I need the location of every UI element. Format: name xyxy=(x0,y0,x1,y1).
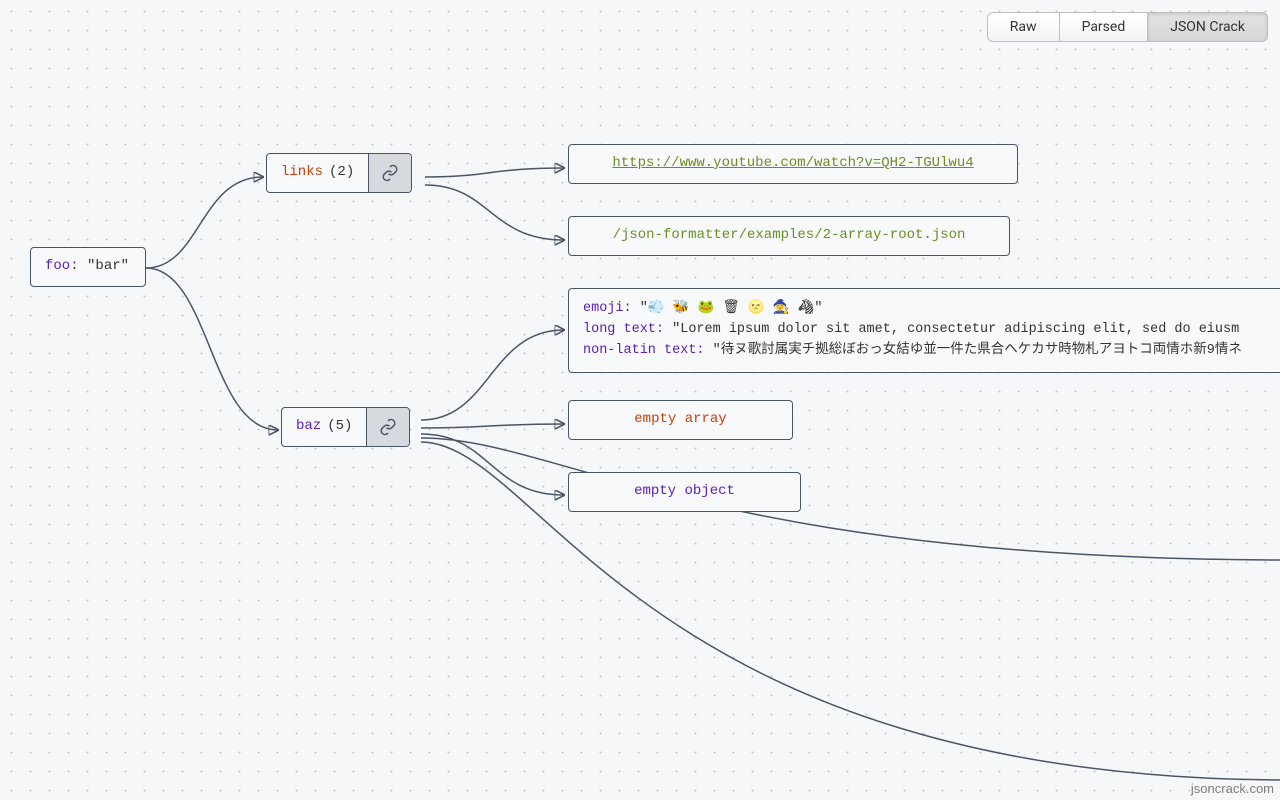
links-count: (2) xyxy=(329,163,354,183)
node-root[interactable]: foo: "bar" xyxy=(30,247,146,287)
link-icon xyxy=(379,418,397,436)
url2-text: /json-formatter/examples/2-array-root.js… xyxy=(569,217,1009,255)
baz-label: baz xyxy=(296,417,321,437)
emoji-value: "💨 🐝 🐸 🗑 🌝 🧙 🦓" xyxy=(640,301,823,316)
node-url2[interactable]: /json-formatter/examples/2-array-root.js… xyxy=(568,216,1010,256)
root-value: "bar" xyxy=(87,258,129,274)
node-empty-array[interactable]: empty array xyxy=(568,400,793,440)
baz-expand-handle[interactable] xyxy=(366,408,409,446)
empty-array-label: empty array xyxy=(569,401,792,439)
node-url1[interactable]: https://www.youtube.com/watch?v=QH2-TGUl… xyxy=(568,144,1018,184)
node-textblock[interactable]: emoji: "💨 🐝 🐸 🗑 🌝 🧙 🦓" long text: "Lorem… xyxy=(568,288,1280,373)
links-label: links xyxy=(281,163,323,183)
longtext-value: "Lorem ipsum dolor sit amet, consectetur… xyxy=(672,322,1239,337)
url1-link[interactable]: https://www.youtube.com/watch?v=QH2-TGUl… xyxy=(612,155,973,171)
tab-raw[interactable]: Raw xyxy=(987,12,1060,42)
view-mode-tabs: Raw Parsed JSON Crack xyxy=(987,12,1268,42)
root-key: foo: xyxy=(45,258,79,274)
nonlatin-value: "待ヌ歌討属実チ拠総ぼおっ女結ゆ並一件た県合ヘケカサ時物札アヨトコ両情ホ新9情ネ xyxy=(713,343,1242,358)
brand-link[interactable]: jsoncrack.com xyxy=(1191,781,1274,796)
empty-object-label: empty object xyxy=(569,473,800,511)
baz-count: (5) xyxy=(327,417,352,437)
nonlatin-key: non-latin text: xyxy=(583,343,705,358)
node-baz[interactable]: baz (5) xyxy=(281,407,410,447)
tab-jsoncrack[interactable]: JSON Crack xyxy=(1148,12,1268,42)
tab-parsed[interactable]: Parsed xyxy=(1060,12,1149,42)
emoji-key: emoji: xyxy=(583,301,632,316)
links-expand-handle[interactable] xyxy=(368,154,411,192)
graph-canvas[interactable]: Raw Parsed JSON Crack foo: "bar" xyxy=(0,0,1280,800)
longtext-key: long text: xyxy=(583,322,664,337)
link-icon xyxy=(381,164,399,182)
node-links[interactable]: links (2) xyxy=(266,153,412,193)
node-empty-object[interactable]: empty object xyxy=(568,472,801,512)
